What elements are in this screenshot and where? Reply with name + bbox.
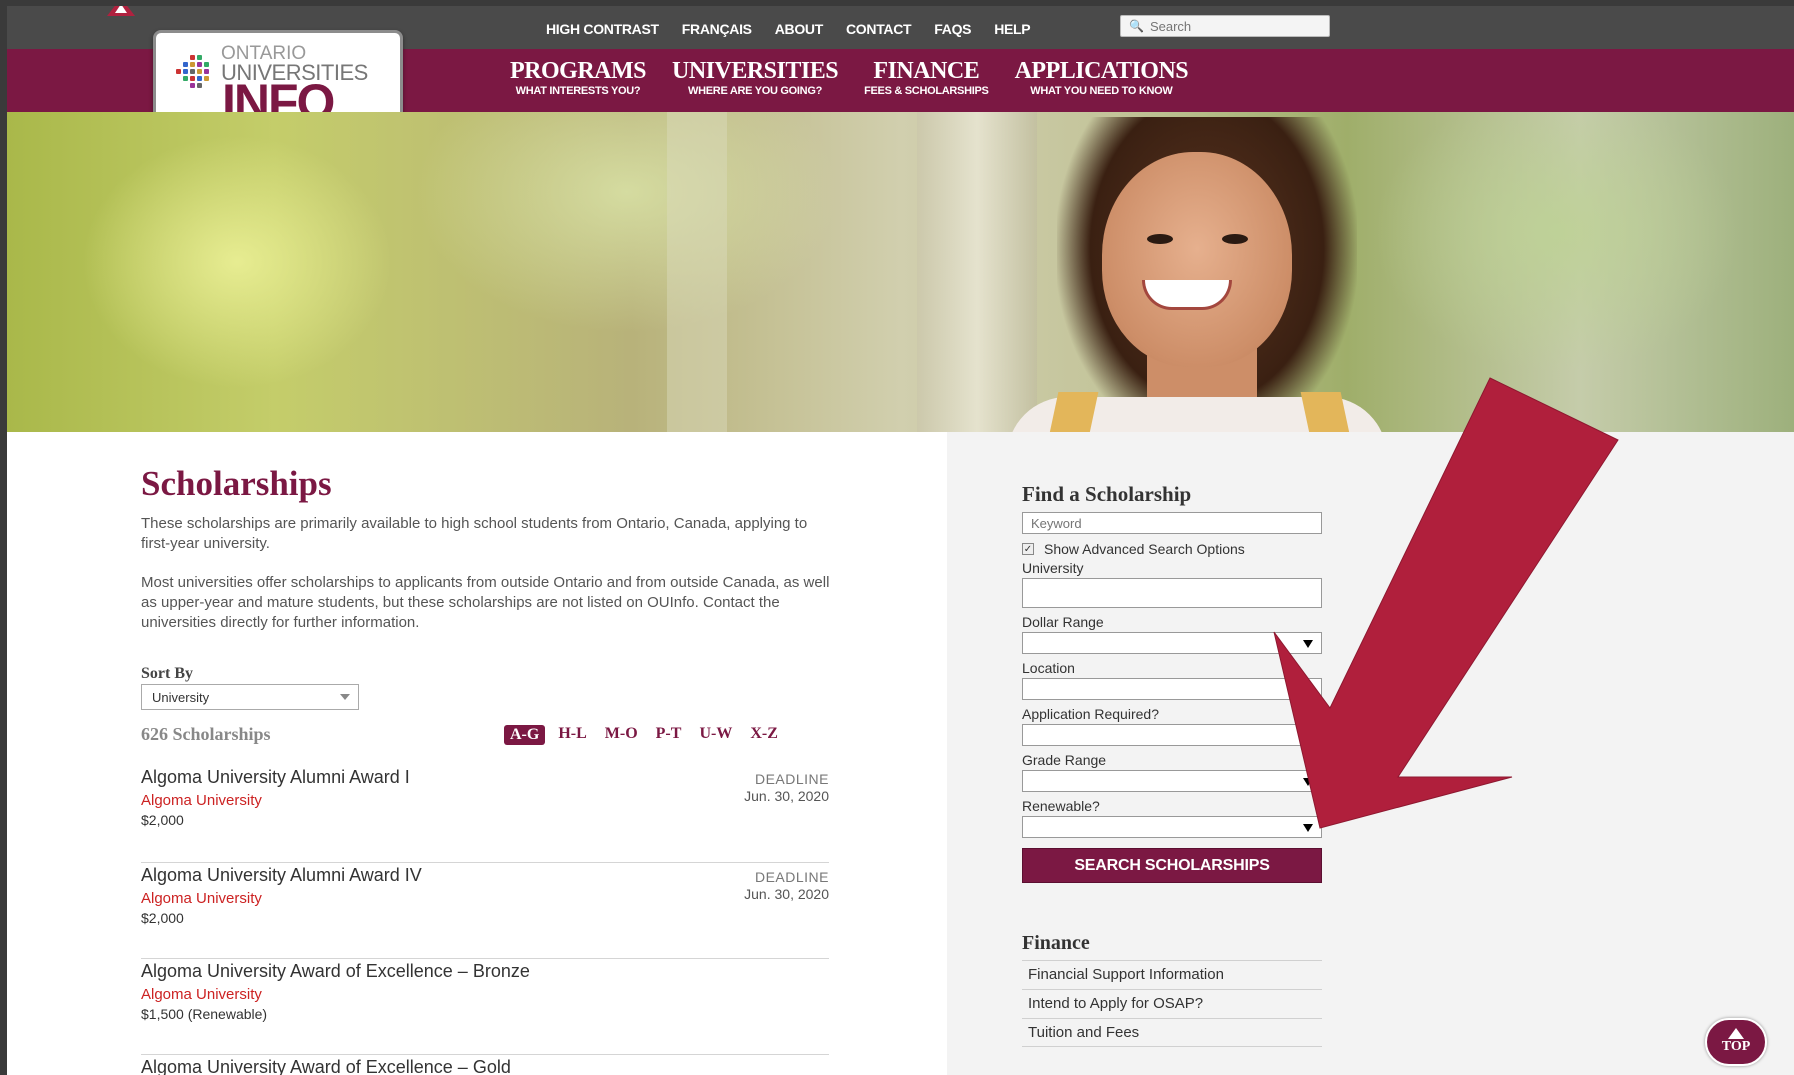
annotation-arrow-icon — [1273, 377, 1619, 829]
